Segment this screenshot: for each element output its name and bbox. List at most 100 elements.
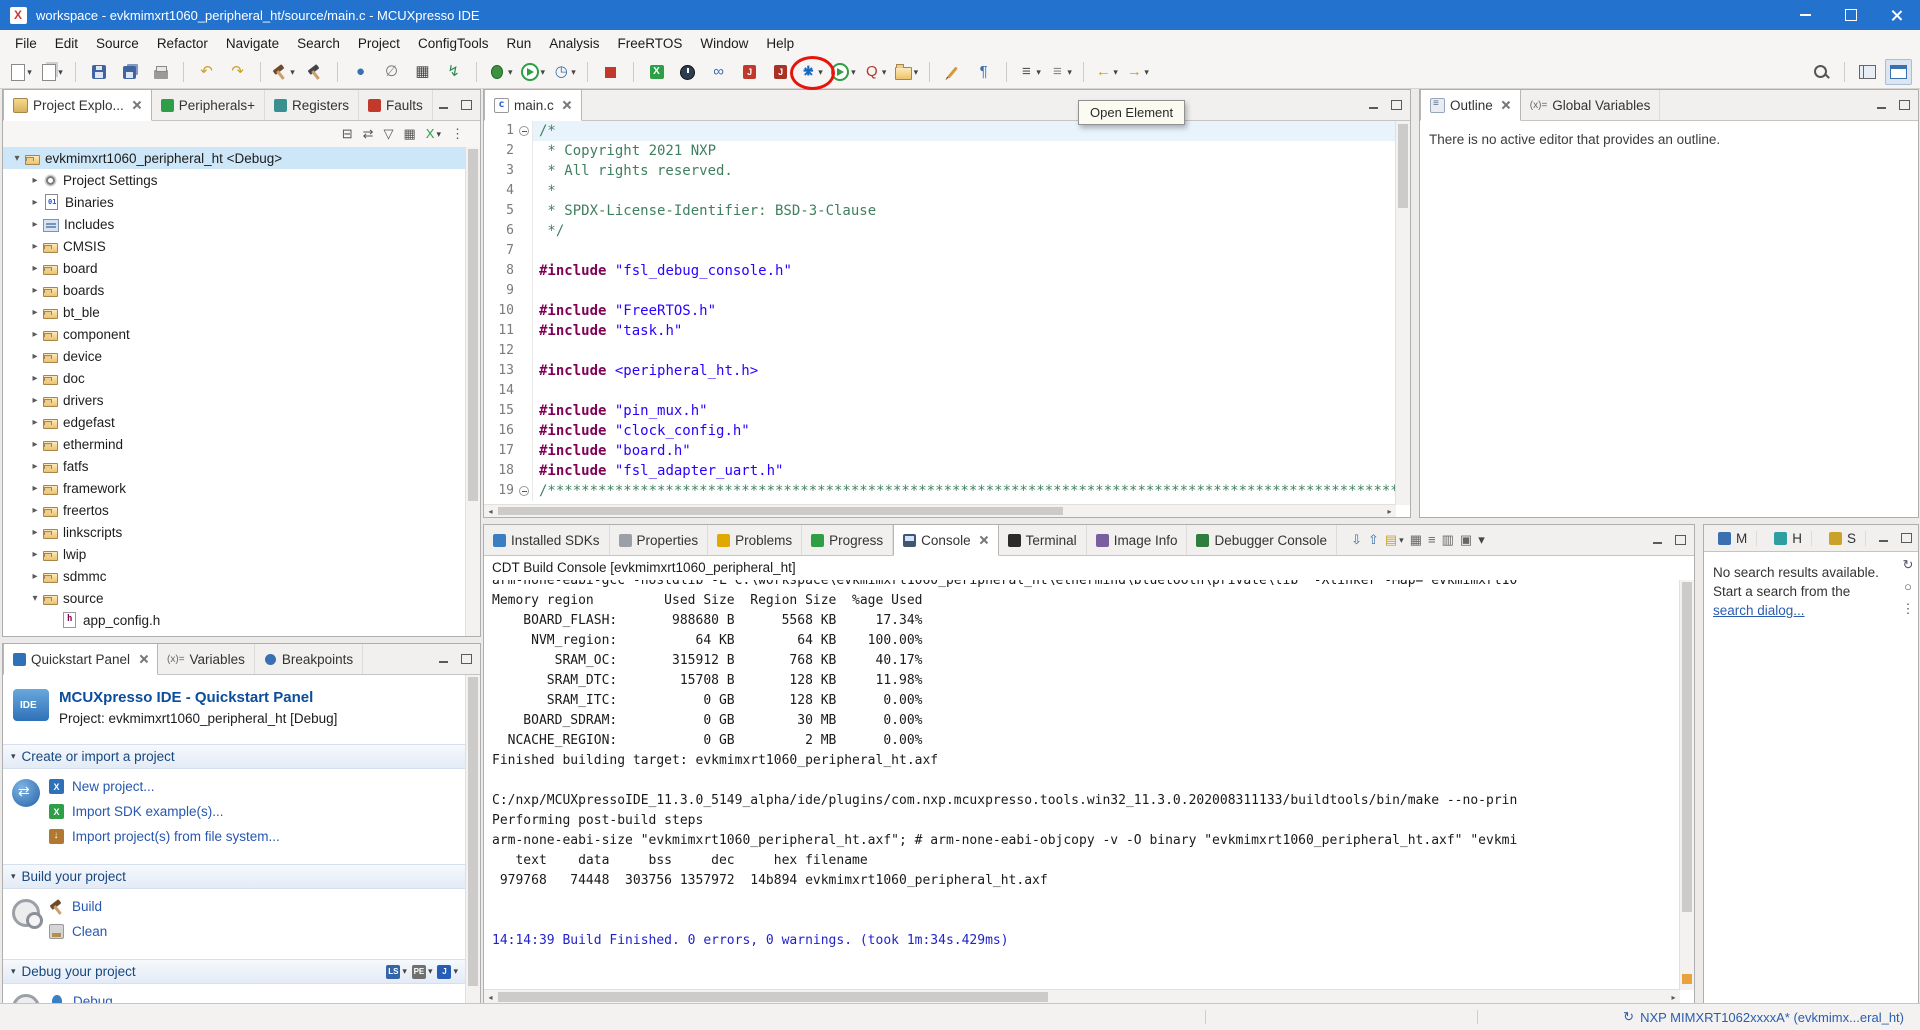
scroll-left-icon[interactable]: ◂	[484, 993, 497, 1002]
maximize-view-icon[interactable]	[1896, 529, 1916, 547]
print-button[interactable]	[147, 59, 174, 85]
open-dir-button[interactable]: ▾	[893, 59, 921, 85]
tree-collapsed-icon[interactable]: ▸	[27, 439, 43, 450]
tree-item-freertos[interactable]: ▸freertos	[3, 499, 466, 521]
target-device-status[interactable]: NXP MIMXRT1062xxxxA* (evkmimx...eral_ht)	[1640, 1010, 1904, 1025]
open-console-button[interactable]: ▤▾	[1385, 533, 1404, 547]
tree-item-linkscripts[interactable]: ▸linkscripts	[3, 521, 466, 543]
tree-item-includes[interactable]: ▸Includes	[3, 213, 466, 235]
maximize-button[interactable]	[1828, 0, 1874, 30]
pin-search-button[interactable]: ○	[1904, 580, 1912, 594]
tree-item-app-config-h[interactable]: app_config.h	[3, 609, 466, 631]
close-icon[interactable]	[1501, 100, 1511, 110]
console-hscrollbar[interactable]: ◂ ▸	[484, 989, 1680, 1004]
tree-collapsed-icon[interactable]: ▸	[27, 373, 43, 384]
debug-button[interactable]: ▾	[486, 59, 515, 85]
editor-vscrollbar[interactable]	[1395, 121, 1410, 505]
task-list-button[interactable]: ≡▾	[1047, 59, 1074, 85]
close-icon[interactable]	[138, 654, 148, 664]
open-perspective-button[interactable]	[1854, 59, 1881, 85]
menu-analysis[interactable]: Analysis	[540, 33, 608, 54]
back-button[interactable]: ←▾	[1093, 59, 1120, 85]
menu-configtools[interactable]: ConfigTools	[409, 33, 498, 54]
tab-properties[interactable]: Properties	[610, 525, 709, 555]
quickstart-scrollbar[interactable]	[465, 675, 480, 1004]
tree-item-evkmimxrt1060-peripheral-ht-debug[interactable]: ▾evkmimxrt1060_peripheral_ht <Debug>	[3, 147, 466, 169]
sdk-tool-button[interactable]	[643, 59, 670, 85]
minimize-view-icon[interactable]	[434, 650, 454, 668]
menu-freertos[interactable]: FreeRTOS	[609, 33, 692, 54]
run-config-button[interactable]: ▾	[829, 59, 858, 85]
tree-collapsed-icon[interactable]: ▸	[27, 263, 43, 274]
view-menu-button[interactable]: ⋮	[451, 127, 464, 141]
tree-collapsed-icon[interactable]: ▸	[27, 241, 43, 252]
open-link-button[interactable]: ∞	[705, 59, 732, 85]
menu-source[interactable]: Source	[87, 33, 148, 54]
tree-expanded-icon[interactable]: ▾	[27, 593, 43, 604]
tab-debugger-console[interactable]: Debugger Console	[1187, 525, 1337, 555]
tab-quickstart-panel[interactable]: Quickstart Panel	[3, 644, 158, 675]
tree-collapsed-icon[interactable]: ▸	[27, 197, 43, 208]
tab-installed-sdks[interactable]: Installed SDKs	[484, 525, 610, 555]
show-prev-console-button[interactable]: ⇧	[1368, 533, 1379, 547]
tree-collapsed-icon[interactable]: ▸	[27, 329, 43, 340]
search-dialog-link[interactable]: search dialog...	[1713, 603, 1805, 618]
section-header-create-or-import-a-project[interactable]: ▾Create or import a project	[3, 744, 466, 769]
tree-collapsed-icon[interactable]: ▸	[27, 395, 43, 406]
quickstart-action-build[interactable]: Build	[49, 894, 466, 919]
show-next-console-button[interactable]: ⇩	[1351, 533, 1362, 547]
tree-item-component[interactable]: ▸component	[3, 323, 466, 345]
run-button[interactable]: ▾	[519, 59, 548, 85]
probe-pe-button[interactable]: PE▾	[412, 965, 433, 979]
filter-button[interactable]: ▽	[384, 127, 394, 141]
editor-hscrollbar[interactable]: ◂ ▸	[484, 504, 1396, 517]
build-all-button[interactable]	[301, 59, 328, 85]
console-menu-button[interactable]: ▾	[1478, 533, 1485, 547]
quickstart-action-import-sdk-example-s[interactable]: Import SDK example(s)...	[49, 799, 466, 824]
collapse-all-button[interactable]: ⊟	[342, 127, 353, 141]
tree-item-framework[interactable]: ▸framework	[3, 477, 466, 499]
tree-item-source[interactable]: ▾source	[3, 587, 466, 609]
jlink-flash-button[interactable]	[736, 59, 763, 85]
menu-project[interactable]: Project	[349, 33, 409, 54]
search-menu-button[interactable]: ⋮	[1902, 602, 1915, 616]
scroll-right-icon[interactable]: ▸	[1667, 993, 1680, 1002]
close-button[interactable]	[1874, 0, 1920, 30]
view-layout-button[interactable]: ▦	[404, 127, 416, 141]
outline-list-button[interactable]: ≡▾	[1016, 59, 1043, 85]
minimize-view-icon[interactable]	[1364, 96, 1384, 114]
profile-button[interactable]: ◷▾	[551, 59, 578, 85]
section-header-build-your-project[interactable]: ▾Build your project	[3, 864, 466, 889]
cpp-perspective-button[interactable]	[1885, 59, 1912, 85]
search-button[interactable]	[1808, 59, 1835, 85]
tree-collapsed-icon[interactable]: ▸	[27, 307, 43, 318]
tree-collapsed-icon[interactable]: ▸	[27, 461, 43, 472]
probe-ls-button[interactable]: LS▾	[386, 965, 407, 979]
maximize-view-icon[interactable]	[456, 96, 476, 114]
tab-peripherals[interactable]: Peripherals+	[152, 90, 265, 120]
tree-collapsed-icon[interactable]: ▸	[27, 571, 43, 582]
minimize-view-icon[interactable]	[1874, 529, 1894, 547]
maximize-view-icon[interactable]	[1670, 531, 1690, 549]
tree-item-project-settings[interactable]: ▸Project Settings	[3, 169, 466, 191]
minimize-view-icon[interactable]	[1872, 96, 1892, 114]
skip-all-breakpoints-button[interactable]: ∅	[378, 59, 405, 85]
tree-item-sdmmc[interactable]: ▸sdmmc	[3, 565, 466, 587]
tree-item-lwip[interactable]: ▸lwip	[3, 543, 466, 565]
tree-item-fatfs[interactable]: ▸fatfs	[3, 455, 466, 477]
tree-collapsed-icon[interactable]: ▸	[27, 505, 43, 516]
tab-outline[interactable]: Outline	[1420, 90, 1521, 121]
qspi-tool-button[interactable]: Q▾	[862, 59, 889, 85]
tree-item-board[interactable]: ▸board	[3, 257, 466, 279]
clear-console-button[interactable]: ▦	[1410, 533, 1422, 547]
fold-collapse-icon[interactable]	[519, 486, 529, 496]
menu-navigate[interactable]: Navigate	[217, 33, 288, 54]
tab-m[interactable]: M	[1709, 531, 1757, 546]
save-button[interactable]	[85, 59, 112, 85]
tree-item-doc[interactable]: ▸doc	[3, 367, 466, 389]
project-explorer-scrollbar[interactable]	[465, 147, 480, 636]
tab-problems[interactable]: Problems	[708, 525, 802, 555]
tab-breakpoints[interactable]: Breakpoints	[255, 644, 363, 674]
terminate-button[interactable]	[597, 59, 624, 85]
tree-collapsed-icon[interactable]: ▸	[27, 351, 43, 362]
